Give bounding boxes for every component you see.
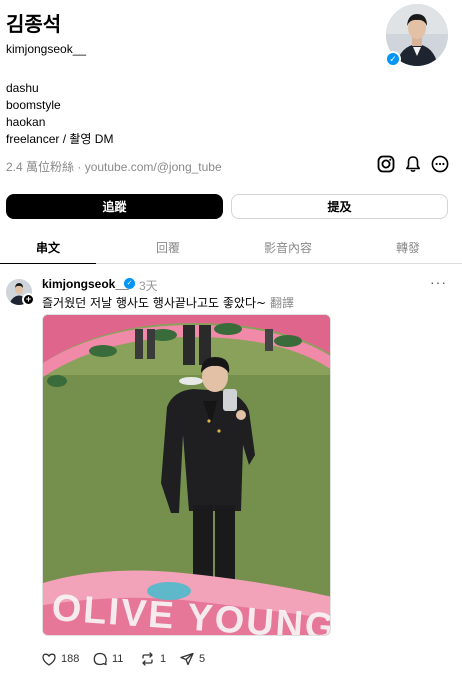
bio-line: freelancer / 촬영 DM xyxy=(6,132,114,146)
profile-handle: kimjongseok__ xyxy=(6,42,87,56)
tab-threads[interactable]: 串文 xyxy=(0,230,106,264)
follow-button[interactable]: 追蹤 xyxy=(6,194,223,219)
comment-count: 11 xyxy=(112,653,124,665)
comment-icon xyxy=(93,652,107,666)
verified-badge-icon: ✓ xyxy=(124,278,135,289)
profile-tabs: 串文 回覆 影音內容 轉發 xyxy=(0,230,462,264)
tab-replies[interactable]: 回覆 xyxy=(110,230,226,264)
profile-link[interactable]: youtube.com/@jong_tube xyxy=(85,160,222,174)
active-tab-indicator xyxy=(0,263,96,264)
tab-media[interactable]: 影音內容 xyxy=(230,230,346,264)
bell-icon[interactable] xyxy=(403,154,423,174)
tab-reposts[interactable]: 轉發 xyxy=(350,230,462,264)
post-text: 즐거웠던 저날 행사도 행사끝나고도 좋았다~ 翻譯 xyxy=(42,294,294,311)
share-count: 5 xyxy=(199,653,206,665)
repost-count: 1 xyxy=(160,653,167,665)
send-icon xyxy=(180,652,194,666)
share-button[interactable]: 5 xyxy=(180,650,205,668)
tab-label: 回覆 xyxy=(155,240,180,255)
profile-stats: 2.4 萬位粉絲 · youtube.com/@jong_tube xyxy=(6,158,222,175)
post-photo[interactable]: OLIVE YOUNG xyxy=(42,314,331,636)
post-card: + kimjongseok__ ✓ 3天 ··· 즐거웠던 저날 행사도 행사끝… xyxy=(0,266,462,674)
post-more-button[interactable]: ··· xyxy=(430,274,447,290)
profile-header: 김종석 kimjongseok__ ✓ dashu boomstyle haok… xyxy=(0,0,462,180)
tab-label: 串文 xyxy=(35,240,60,255)
post-body: 즐거웠던 저날 행사도 행사끝나고도 좋았다~ xyxy=(42,296,267,310)
mention-button[interactable]: 提及 xyxy=(231,194,448,219)
post-username[interactable]: kimjongseok__ xyxy=(42,277,129,291)
stats-separator: · xyxy=(74,160,85,174)
post-timestamp: 3天 xyxy=(139,279,158,293)
comment-button[interactable]: 11 xyxy=(93,650,123,668)
repost-icon xyxy=(142,652,153,666)
verified-badge-icon: ✓ xyxy=(385,51,401,67)
like-button[interactable]: 188 xyxy=(42,650,79,668)
instagram-icon[interactable] xyxy=(376,154,396,174)
tab-label: 轉發 xyxy=(395,240,420,255)
profile-name: 김종석 xyxy=(6,12,62,36)
more-circle-icon[interactable] xyxy=(430,154,450,174)
bio-line: boomstyle xyxy=(6,98,61,112)
tab-label: 影音內容 xyxy=(263,240,312,255)
bio-line: dashu xyxy=(6,81,39,95)
heart-icon xyxy=(42,653,56,666)
translate-link[interactable]: 翻譯 xyxy=(270,296,294,310)
like-count: 188 xyxy=(61,653,80,665)
follow-plus-icon[interactable]: + xyxy=(22,293,35,306)
bio-line: haokan xyxy=(6,115,46,129)
profile-bio: dashu boomstyle haokan freelancer / 촬영 D… xyxy=(6,80,113,148)
repost-button[interactable]: 1 xyxy=(140,650,166,668)
post-actions: 188 11 1 5 xyxy=(42,650,462,668)
followers-count[interactable]: 2.4 萬位粉絲 xyxy=(6,160,74,174)
